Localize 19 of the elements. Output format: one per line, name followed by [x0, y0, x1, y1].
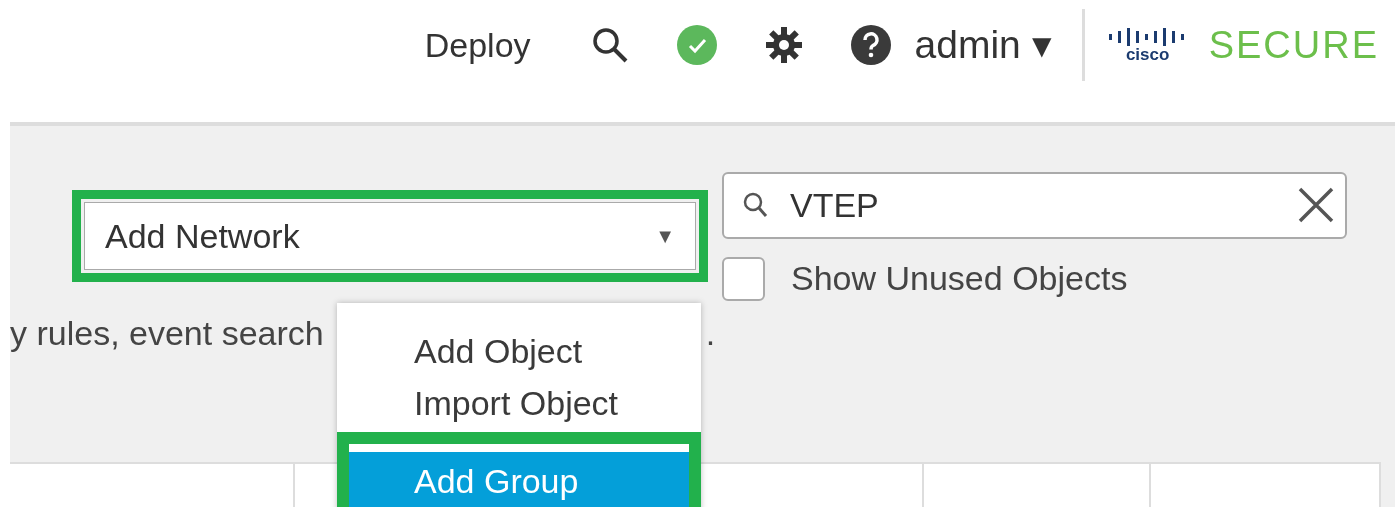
deploy-button[interactable]: Deploy [424, 19, 531, 71]
brand-name: SECURE [1208, 22, 1379, 68]
check-circle-icon[interactable] [676, 25, 717, 65]
menu-item[interactable]: Add Object [337, 325, 701, 377]
search-field[interactable]: VTEP [722, 172, 1347, 239]
checkbox[interactable] [722, 256, 765, 301]
search-icon [742, 191, 768, 219]
help-icon[interactable] [850, 25, 891, 65]
menu-item[interactable]: Import Object [337, 377, 701, 429]
description-text: . [705, 313, 716, 354]
cisco-logo: cisco [1108, 27, 1187, 63]
caret-icon: ▼ [655, 221, 675, 251]
close-icon[interactable] [1297, 186, 1335, 224]
checkbox-label: Show Unused Objects [791, 258, 1128, 299]
search-icon[interactable] [590, 26, 629, 64]
add-dropdown[interactable]: Add Network ▼ [84, 202, 696, 270]
description-text: y rules, event search [10, 313, 324, 354]
user-menu[interactable]: admin ▾ [914, 15, 1052, 75]
settings-icon[interactable] [764, 26, 803, 64]
